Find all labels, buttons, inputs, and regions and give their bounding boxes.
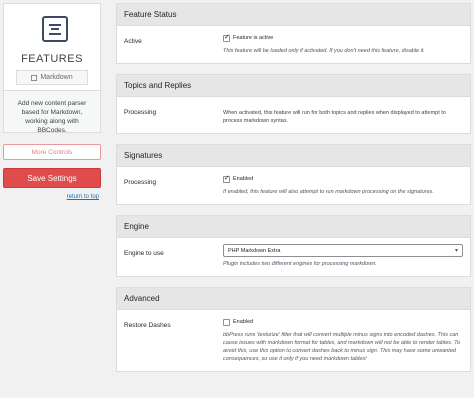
setting-label: Active <box>124 38 142 45</box>
section-topics-replies: Topics and Replies Processing When activ… <box>116 74 471 134</box>
markdown-icon <box>31 74 38 81</box>
chevron-down-icon: ▾ <box>454 248 458 254</box>
save-settings-button[interactable]: Save Settings <box>3 168 101 188</box>
checkbox-label: Enabled <box>233 176 254 182</box>
features-icon <box>42 16 68 42</box>
setting-row: Restore Dashes Enabled bbPress runs 'tex… <box>117 310 470 371</box>
settings-panel: Feature Status Active Feature is active … <box>116 3 471 382</box>
restore-dashes-checkbox-line[interactable]: Enabled <box>223 316 463 328</box>
engine-select-value: PHP Markdown Extra <box>228 247 281 254</box>
setting-row: Processing When activated, this feature … <box>117 97 470 133</box>
feature-title: FEATURES <box>21 53 83 65</box>
setting-label: Restore Dashes <box>124 322 171 329</box>
setting-label: Engine to use <box>124 250 164 257</box>
setting-description: bbPress runs 'texturize' filter that wil… <box>223 332 461 362</box>
setting-text: When activated, this feature will run fo… <box>223 110 446 124</box>
section-feature-status: Feature Status Active Feature is active … <box>116 3 471 64</box>
setting-row: Active Feature is active This feature wi… <box>117 26 470 63</box>
checkbox-label: Enabled <box>233 319 254 325</box>
more-controls-button[interactable]: More Controls <box>3 144 101 160</box>
sidebar: FEATURES Markdown Add new content parser… <box>3 3 101 395</box>
setting-label: Processing <box>124 179 157 186</box>
setting-label: Processing <box>124 109 157 116</box>
signatures-checkbox-line[interactable]: Enabled <box>223 173 463 185</box>
section-header: Signatures <box>117 145 470 167</box>
setting-description: Plugin includes two different engines fo… <box>223 261 377 267</box>
return-to-top-link[interactable]: return to top <box>67 194 99 200</box>
engine-select[interactable]: PHP Markdown Extra ▾ <box>223 244 463 257</box>
section-signatures: Signatures Processing Enabled If enabled… <box>116 144 471 205</box>
feature-tag: Markdown <box>16 70 88 85</box>
section-header: Topics and Replies <box>117 75 470 97</box>
signatures-checkbox[interactable] <box>223 174 230 183</box>
section-header: Engine <box>117 216 470 238</box>
section-header: Advanced <box>117 288 470 310</box>
restore-dashes-checkbox[interactable] <box>223 318 230 326</box>
active-checkbox-line[interactable]: Feature is active <box>223 32 463 44</box>
setting-description: If enabled, this feature will also attem… <box>223 189 434 195</box>
checkbox-label: Feature is active <box>233 35 274 41</box>
section-header: Feature Status <box>117 4 470 26</box>
section-advanced: Advanced Restore Dashes Enabled bbPress … <box>116 287 471 372</box>
setting-row: Processing Enabled If enabled, this feat… <box>117 167 470 204</box>
feature-card: FEATURES Markdown <box>3 3 101 91</box>
active-checkbox[interactable] <box>223 33 230 42</box>
feature-description: Add new content parser based for Markdow… <box>3 91 101 134</box>
section-engine: Engine Engine to use PHP Markdown Extra … <box>116 215 471 277</box>
feature-tag-label: Markdown <box>40 74 73 81</box>
setting-description: This feature will be loaded only if acti… <box>223 48 425 54</box>
setting-row: Engine to use PHP Markdown Extra ▾ Plugi… <box>117 238 470 276</box>
